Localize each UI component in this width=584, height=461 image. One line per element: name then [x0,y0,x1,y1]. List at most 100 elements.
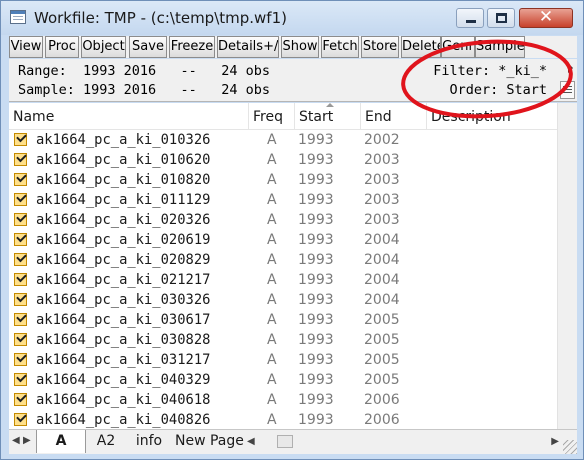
window-title: Workfile: TMP - (c:\temp\tmp.wf1) [34,9,287,27]
series-checkbox-icon [14,353,27,366]
row-freq: A [267,152,277,168]
row-freq: A [267,392,277,408]
table-row[interactable]: ak1664_pc_a_ki_030326 A 1993 2004 [9,290,557,310]
table-row[interactable]: ak1664_pc_a_ki_040826 A 1993 2006 [9,410,557,429]
series-checkbox-icon [14,133,27,146]
close-button[interactable]: ✕ [519,7,573,28]
workfile-toolbar: View Proc Object Save Freeze Details+/- … [9,36,577,58]
row-name: ak1664_pc_a_ki_031217 [36,352,211,368]
table-row[interactable]: ak1664_pc_a_ki_010820 A 1993 2003 [9,170,557,190]
row-end: 2006 [364,412,400,428]
row-start: 1993 [298,132,334,148]
sample-button[interactable]: Sample [475,36,525,58]
object-button[interactable]: Object [81,36,126,58]
tab-scroll-right-icon[interactable]: ▶ [23,435,31,446]
scroll-thumb[interactable] [277,435,293,448]
sample-text: Sample: 1993 2016 -- 24 obs [18,82,270,98]
row-start: 1993 [298,312,334,328]
series-checkbox-icon [14,293,27,306]
table-row[interactable]: ak1664_pc_a_ki_040329 A 1993 2005 [9,370,557,390]
table-row[interactable]: ak1664_pc_a_ki_020619 A 1993 2004 [9,230,557,250]
show-button[interactable]: Show [281,36,319,58]
row-container: ak1664_pc_a_ki_010326 A 1993 2002 ak1664_pc_… [9,130,557,429]
save-button[interactable]: Save [129,36,167,58]
row-freq: A [267,412,277,428]
series-checkbox-icon [14,233,27,246]
row-end: 2002 [364,132,400,148]
row-name: ak1664_pc_a_ki_020619 [36,232,211,248]
series-checkbox-icon [14,313,27,326]
table-row[interactable]: ak1664_pc_a_ki_030617 A 1993 2005 [9,310,557,330]
range-text: Range: 1993 2016 -- 24 obs [18,63,270,79]
table-row[interactable]: ak1664_pc_a_ki_011129 A 1993 2003 [9,190,557,210]
tab-new-page[interactable]: New Page [175,430,244,453]
row-end: 2003 [364,152,400,168]
series-checkbox-icon [14,333,27,346]
row-start: 1993 [298,192,334,208]
series-checkbox-icon [14,253,27,266]
row-freq: A [267,232,277,248]
scroll-left-icon[interactable]: ◀ [247,436,255,447]
row-name: ak1664_pc_a_ki_040618 [36,392,211,408]
column-header: Name Freq Start End Description [9,103,557,130]
close-icon: ✕ [538,7,554,27]
col-end[interactable]: End [361,103,427,129]
row-start: 1993 [298,272,334,288]
row-freq: A [267,192,277,208]
row-start: 1993 [298,372,334,388]
store-button[interactable]: Store [361,36,399,58]
row-end: 2005 [364,372,400,388]
details-button[interactable]: Details+/- [217,36,279,58]
tab-info[interactable]: info [129,430,169,453]
row-name: ak1664_pc_a_ki_020326 [36,212,211,228]
scroll-right-icon[interactable]: ▶ [551,436,559,447]
delete-button[interactable]: Delete [401,36,441,58]
row-end: 2004 [364,232,400,248]
row-end: 2006 [364,392,400,408]
col-name[interactable]: Name [9,103,249,129]
tab-a[interactable]: A [36,430,86,453]
minimize-button[interactable] [456,8,484,28]
chevron-right-icon[interactable] [568,63,573,73]
col-description[interactable]: Description [427,103,557,129]
horizontal-scrollbar[interactable]: ◀ ▶ [244,433,562,450]
view-button[interactable]: View [9,36,43,58]
row-freq: A [267,212,277,228]
maximize-icon [496,13,507,23]
series-checkbox-icon [14,373,27,386]
table-row[interactable]: ak1664_pc_a_ki_031217 A 1993 2005 [9,350,557,370]
table-row[interactable]: ak1664_pc_a_ki_020326 A 1993 2003 [9,210,557,230]
proc-button[interactable]: Proc [45,36,79,58]
order-text[interactable]: Order: Start [449,82,547,98]
table-row[interactable]: ak1664_pc_a_ki_020829 A 1993 2004 [9,250,557,270]
row-name: ak1664_pc_a_ki_030617 [36,312,211,328]
series-checkbox-icon [14,273,27,286]
series-checkbox-icon [14,413,27,426]
table-row[interactable]: ak1664_pc_a_ki_040618 A 1993 2006 [9,390,557,410]
fetch-button[interactable]: Fetch [321,36,359,58]
menu-lines-icon[interactable] [560,81,575,99]
row-freq: A [267,132,277,148]
table-row[interactable]: ak1664_pc_a_ki_021217 A 1993 2004 [9,270,557,290]
freeze-button[interactable]: Freeze [169,36,215,58]
tab-a2[interactable]: A2 [89,430,123,453]
row-freq: A [267,332,277,348]
filter-text[interactable]: Filter: *_ki_* [433,63,547,79]
table-row[interactable]: ak1664_pc_a_ki_010326 A 1993 2002 [9,130,557,150]
table-row[interactable]: ak1664_pc_a_ki_030828 A 1993 2005 [9,330,557,350]
row-end: 2005 [364,352,400,368]
title-bar[interactable]: Workfile: TMP - (c:\temp\tmp.wf1) ✕ [1,1,583,35]
table-row[interactable]: ak1664_pc_a_ki_010620 A 1993 2003 [9,150,557,170]
genr-button[interactable]: Genr [441,36,475,58]
row-end: 2004 [364,252,400,268]
col-freq[interactable]: Freq [249,103,295,129]
row-freq: A [267,352,277,368]
row-freq: A [267,312,277,328]
row-name: ak1664_pc_a_ki_010620 [36,152,211,168]
sort-ascending-icon [326,103,334,107]
tab-scroll-left-icon[interactable]: ◀ [12,435,20,446]
resize-grip-icon[interactable] [563,440,577,454]
vertical-scrollbar[interactable] [557,103,577,429]
maximize-button[interactable] [487,8,515,28]
series-checkbox-icon [14,213,27,226]
